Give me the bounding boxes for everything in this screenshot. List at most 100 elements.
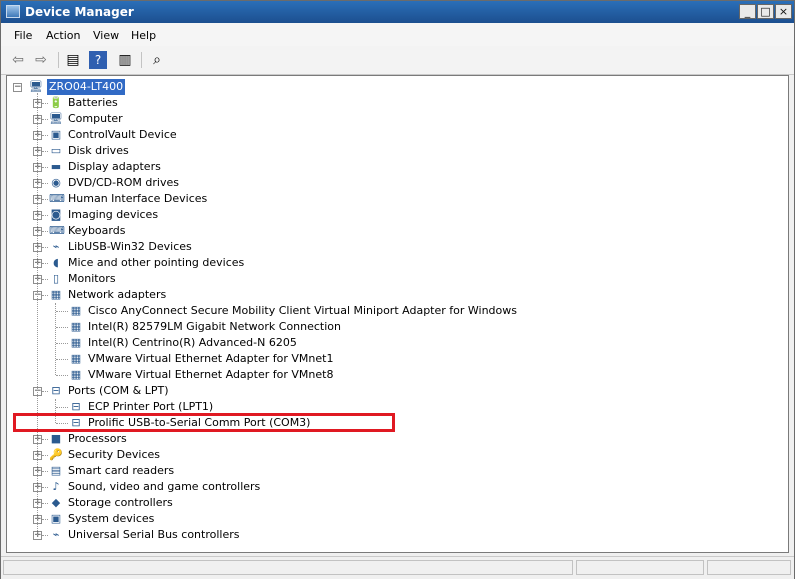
computer-icon: 🖥 [29,80,43,93]
tree-connector [42,391,48,392]
tree-connector [42,135,48,136]
category-4[interactable]: Display adapters [68,159,161,175]
menu-file[interactable]: File [14,29,32,42]
usb-icon: ⌁ [52,240,60,253]
category-13[interactable]: Ports (COM & LPT) [68,383,169,399]
annotation-highlight-box [13,413,395,432]
tree-connector [42,519,48,520]
battery-icon: 🔋 [49,96,63,109]
storage-icon: ◆ [51,496,61,509]
category-17[interactable]: Sound, video and game controllers [68,479,260,495]
category-12[interactable]: Network adapters [68,287,166,303]
tree-connector [56,343,68,344]
category-14[interactable]: Processors [68,431,127,447]
device-12-4[interactable]: VMware Virtual Ethernet Adapter for VMne… [88,367,333,383]
toolbar-separator-2 [141,52,142,68]
properties-icon[interactable]: ▤ [64,51,82,69]
status-cell-2 [576,560,704,575]
category-0[interactable]: Batteries [68,95,118,111]
adapter-icon: ▦ [70,336,82,349]
tree-connector [56,407,68,408]
status-cell-main [3,560,573,575]
window-title: Device Manager [25,5,134,19]
adapter-icon: ▦ [70,352,82,365]
processor-icon: ■ [50,432,62,445]
usb-controller-icon: ⌁ [52,528,60,541]
category-2[interactable]: ControlVault Device [68,127,177,143]
status-cell-3 [707,560,791,575]
tree-connector [42,167,48,168]
forward-icon[interactable]: ⇨ [32,51,50,69]
status-bar [1,556,794,579]
category-10[interactable]: Mice and other pointing devices [68,255,244,271]
root-collapse-toggle[interactable]: − [13,83,22,92]
category-11[interactable]: Monitors [68,271,116,287]
category-5[interactable]: DVD/CD-ROM drives [68,175,179,191]
port-icon: ⊟ [51,384,61,397]
console-icon[interactable]: ▥ [116,51,134,69]
category-16[interactable]: Smart card readers [68,463,174,479]
device-12-1[interactable]: Intel(R) 82579LM Gigabit Network Connect… [88,319,341,335]
tree-connector [42,151,48,152]
computer-icon: 🖥 [49,112,63,125]
keyboard-icon: ⌨ [49,224,65,237]
tree-connector [56,359,68,360]
tree-connector [37,93,38,535]
security-icon: 🔑 [49,448,63,461]
tree-root-computer[interactable]: ZRO04-LT400 [47,79,126,95]
tree-connector [42,279,48,280]
adapter-icon: ▦ [70,368,82,381]
category-9[interactable]: LibUSB-Win32 Devices [68,239,192,255]
smartcard-icon: ▤ [50,464,62,477]
tree-connector [55,303,56,375]
category-6[interactable]: Human Interface Devices [68,191,207,207]
minimize-button[interactable]: _ [739,4,756,19]
tree-connector [42,103,48,104]
tree-connector [42,455,48,456]
system-icon: ▣ [50,512,62,525]
device-manager-window: Device Manager _ □ × File Action View He… [0,0,795,579]
back-icon[interactable]: ⇦ [9,51,27,69]
maximize-button[interactable]: □ [757,4,774,19]
network-icon: ▦ [50,288,62,301]
menu-view[interactable]: View [93,29,119,42]
tree-connector [56,375,68,376]
category-18[interactable]: Storage controllers [68,495,173,511]
tree-connector [42,503,48,504]
category-3[interactable]: Disk drives [68,143,129,159]
title-bar[interactable]: Device Manager _ □ × [1,1,794,23]
tree-connector [42,471,48,472]
monitor-icon: ▯ [52,272,60,285]
device-tree[interactable]: − 🖥 ZRO04-LT400 + 🔋 Batteries + 🖥 Computer + ▣ Cont… [6,75,789,553]
close-button[interactable]: × [775,4,792,19]
adapter-icon: ▦ [70,304,82,317]
toolbar: ⇦ ⇨ ▤ ? ▥ ⌕ [1,46,794,75]
sound-icon: ♪ [52,480,60,493]
category-1[interactable]: Computer [68,111,123,127]
tree-connector [42,263,48,264]
controlvault-icon: ▣ [50,128,62,141]
tree-connector [42,295,48,296]
menu-bar: File Action View Help [1,23,794,47]
category-20[interactable]: Universal Serial Bus controllers [68,527,239,543]
device-12-0[interactable]: Cisco AnyConnect Secure Mobility Client … [88,303,517,319]
device-12-3[interactable]: VMware Virtual Ethernet Adapter for VMne… [88,351,333,367]
camera-icon: ◙ [50,208,62,221]
toolbar-separator [58,52,59,68]
category-7[interactable]: Imaging devices [68,207,158,223]
adapter-icon: ▦ [70,320,82,333]
tree-connector [42,439,48,440]
tree-connector [42,215,48,216]
hid-icon: ⌨ [49,192,65,205]
scan-hardware-icon[interactable]: ⌕ [148,51,166,69]
disk-icon: ▭ [50,144,62,157]
category-8[interactable]: Keyboards [68,223,125,239]
display-icon: ▬ [50,160,62,173]
device-12-2[interactable]: Intel(R) Centrino(R) Advanced-N 6205 [88,335,297,351]
menu-action[interactable]: Action [46,29,80,42]
tree-connector [42,247,48,248]
help-icon[interactable]: ? [89,51,107,69]
menu-help[interactable]: Help [131,29,156,42]
category-15[interactable]: Security Devices [68,447,160,463]
category-19[interactable]: System devices [68,511,154,527]
